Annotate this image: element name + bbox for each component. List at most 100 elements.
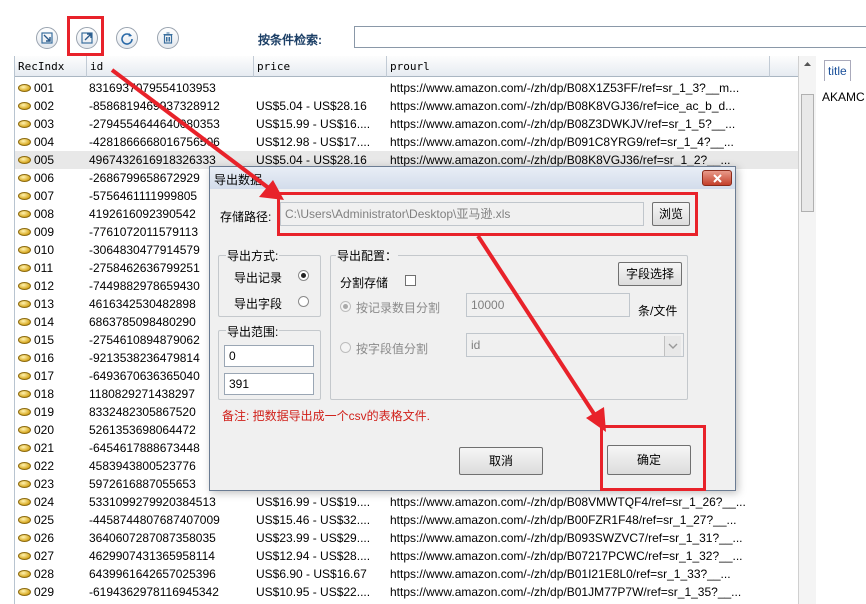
row-icon: [18, 570, 31, 578]
search-label: 按条件检索:: [258, 33, 322, 47]
split-count-field[interactable]: 10000: [466, 293, 630, 317]
cell-recindx: 011: [34, 261, 54, 275]
cell-prourl: https://www.amazon.com/-/zh/dp/B01I21E8L…: [390, 567, 731, 581]
split-storage-label: 分割存储: [340, 276, 389, 290]
table-row[interactable]: 029 -6194362978116945342 US$10.95 - US$22.…: [15, 583, 799, 601]
path-label: 存储路径:: [220, 210, 272, 224]
table-row[interactable]: 003 -2794554644640080353 US$15.99 - US$16.…: [15, 115, 799, 133]
cancel-button[interactable]: 取消: [459, 447, 543, 475]
export-mode-label: 导出方式:: [226, 247, 280, 264]
row-icon: [18, 156, 31, 164]
table-row[interactable]: 025 -4458744807687407009 US$15.46 - US$32.…: [15, 511, 799, 529]
split-by-count-radio[interactable]: [340, 301, 351, 312]
row-icon: [18, 102, 31, 110]
row-icon: [18, 120, 31, 128]
import-icon: [41, 32, 53, 44]
cell-recindx: 005: [34, 153, 55, 167]
table-row[interactable]: 024 5331099279920384513 US$16.99 - US$19..…: [15, 493, 799, 511]
grid-vertical-scrollbar[interactable]: [798, 56, 817, 604]
table-row[interactable]: 001 8316937079554103953 https://www.amazon…: [15, 79, 799, 97]
range-end-field[interactable]: 391: [224, 373, 314, 395]
refresh-icon: [121, 33, 133, 45]
column-header-id[interactable]: id: [87, 56, 254, 77]
split-field-select[interactable]: id: [466, 333, 684, 357]
export-records-radio[interactable]: [298, 270, 309, 281]
column-header-prourl[interactable]: prourl: [387, 56, 770, 77]
cell-recindx: 016: [34, 351, 55, 365]
dialog-titlebar[interactable]: 导出数据: [210, 167, 735, 189]
cell-recindx: 018: [34, 387, 55, 401]
cell-recindx: 019: [34, 405, 55, 419]
cell-id: 4629907431365958114: [89, 549, 215, 563]
delete-button[interactable]: [157, 27, 179, 49]
cell-recindx: 017: [34, 369, 55, 383]
dialog-close-button[interactable]: [702, 170, 732, 186]
cell-recindx: 012: [34, 279, 55, 293]
cell-prourl: https://www.amazon.com/-/zh/dp/B07217PCW…: [390, 549, 743, 563]
split-field-value: id: [471, 338, 481, 352]
close-icon: [713, 174, 722, 183]
cell-recindx: 021: [34, 441, 55, 455]
column-header-recindx[interactable]: RecIndx: [15, 56, 87, 77]
export-range-label: 导出范围:: [226, 323, 280, 340]
cell-prourl: https://www.amazon.com/-/zh/dp/B08X1Z53F…: [390, 81, 740, 95]
cell-price: US$10.95 - US$22....: [256, 585, 371, 599]
right-panel: title AKAMC: [816, 56, 866, 604]
search-input[interactable]: [354, 26, 866, 48]
cell-prourl: https://www.amazon.com/-/zh/dp/B08VMWTQF…: [390, 495, 746, 509]
import-button[interactable]: [36, 27, 58, 49]
refresh-button[interactable]: [116, 27, 138, 49]
dialog-title: 导出数据: [214, 173, 263, 187]
cell-recindx: 020: [34, 423, 55, 437]
cell-recindx: 026: [34, 531, 55, 545]
row-icon: [18, 552, 31, 560]
row-icon: [18, 318, 31, 326]
scroll-thumb[interactable]: [801, 94, 814, 212]
cell-price: US$23.99 - US$29....: [256, 531, 371, 545]
cell-id: 3640607287087358035: [89, 531, 216, 545]
toolbar: 按条件检索:: [0, 0, 866, 55]
cell-recindx: 028: [34, 567, 55, 581]
cell-price: US$12.98 - US$17....: [256, 135, 371, 149]
row-icon: [18, 354, 31, 362]
field-select-button[interactable]: 字段选择: [618, 262, 682, 286]
delete-icon: [163, 32, 173, 44]
row-icon: [18, 588, 31, 596]
row-icon: [18, 300, 31, 308]
table-row[interactable]: 027 4629907431365958114 US$12.94 - US$28..…: [15, 547, 799, 565]
cell-recindx: 002: [34, 99, 55, 113]
row-icon: [18, 426, 31, 434]
right-panel-text: AKAMC: [822, 90, 865, 104]
table-row[interactable]: 026 3640607287087358035 US$23.99 - US$29..…: [15, 529, 799, 547]
row-icon: [18, 174, 31, 182]
row-icon: [18, 372, 31, 380]
export-fields-radio[interactable]: [298, 296, 309, 307]
table-row[interactable]: 028 6439961642657025396 US$6.90 - US$16.67…: [15, 565, 799, 583]
row-icon: [18, 264, 31, 272]
range-start-field[interactable]: 0: [224, 345, 314, 367]
cell-recindx: 010: [34, 243, 55, 257]
split-storage-checkbox[interactable]: [405, 275, 416, 286]
table-row[interactable]: 002 -8586819469937328912 US$5.04 - US$28.1…: [15, 97, 799, 115]
export-config-label: 导出配置：: [336, 247, 399, 264]
cell-recindx: 001: [34, 81, 55, 95]
cell-id: -8586819469937328912: [89, 99, 220, 113]
row-icon: [18, 192, 31, 200]
row-icon: [18, 498, 31, 506]
scroll-up-icon[interactable]: [801, 58, 814, 71]
row-icon: [18, 480, 31, 488]
cell-price: US$15.46 - US$32....: [256, 513, 371, 527]
cell-recindx: 015: [34, 333, 55, 347]
table-row[interactable]: 004 -4281866668016756506 US$12.98 - US$17.…: [15, 133, 799, 151]
cell-recindx: 014: [34, 315, 55, 329]
cell-recindx: 003: [34, 117, 55, 131]
tab-title[interactable]: title: [824, 60, 851, 81]
cell-id: 6439961642657025396: [89, 567, 216, 581]
column-header-price[interactable]: price: [254, 56, 387, 77]
cell-recindx: 013: [34, 297, 55, 311]
cell-price: US$6.90 - US$16.67: [256, 567, 367, 581]
cell-recindx: 022: [34, 459, 55, 473]
split-by-field-radio[interactable]: [340, 342, 351, 353]
row-icon: [18, 444, 31, 452]
cell-recindx: 004: [34, 135, 55, 149]
